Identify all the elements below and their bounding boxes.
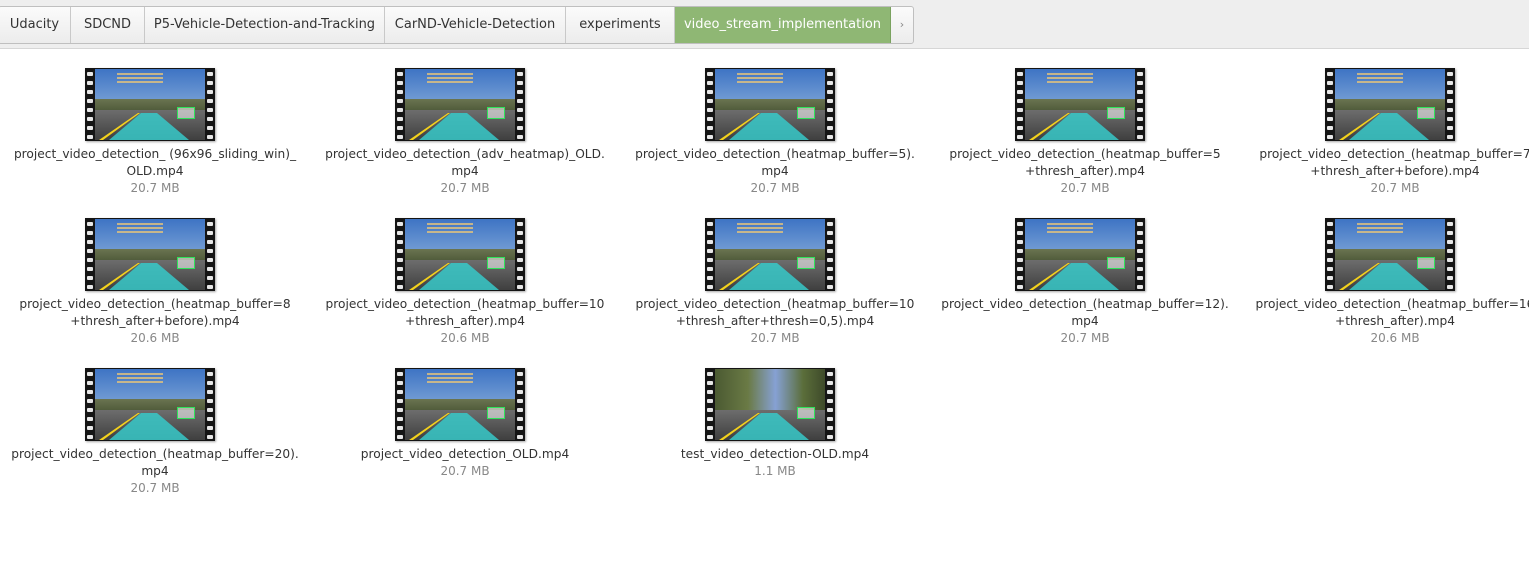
file-name: project_video_detection_OLD.mp4 bbox=[360, 447, 570, 461]
file-name: project_video_detection_(heatmap_buffer=… bbox=[1255, 297, 1529, 311]
file-label: project_video_detection_(heatmap_buffer=… bbox=[620, 296, 930, 347]
file-name: project_video_detection_ (96x96_sliding_… bbox=[13, 147, 297, 161]
breadcrumb-item-experiments[interactable]: experiments bbox=[566, 7, 675, 43]
file-name-cont: +thresh_after+thresh=0,5).mp4 bbox=[675, 314, 875, 328]
breadcrumb: Udacity SDCND P5-Vehicle-Detection-and-T… bbox=[0, 6, 914, 44]
video-thumbnail-icon bbox=[395, 68, 525, 141]
video-thumbnail-icon bbox=[85, 68, 215, 141]
file-label: project_video_detection_ (96x96_sliding_… bbox=[0, 146, 310, 197]
file-name: project_video_detection_(heatmap_buffer=… bbox=[19, 297, 291, 311]
file-name: project_video_detection_(heatmap_buffer=… bbox=[11, 447, 299, 461]
location-bar: Udacity SDCND P5-Vehicle-Detection-and-T… bbox=[0, 0, 1529, 49]
file-size: 20.6 MB bbox=[130, 331, 180, 345]
file-name: project_video_detection_(heatmap_buffer=… bbox=[941, 297, 1229, 311]
file-name: project_video_detection_(heatmap_buffer=… bbox=[949, 147, 1221, 161]
file-name: project_video_detection_(heatmap_buffer=… bbox=[635, 297, 915, 311]
file-name: project_video_detection_(heatmap_buffer=… bbox=[1259, 147, 1529, 161]
video-thumbnail-icon bbox=[705, 218, 835, 291]
breadcrumb-more-button[interactable]: › bbox=[891, 7, 913, 43]
file-name-cont: mp4 bbox=[451, 164, 479, 178]
file-size: 20.6 MB bbox=[440, 331, 490, 345]
file-label: project_video_detection_(heatmap_buffer=… bbox=[620, 146, 930, 197]
video-thumbnail-icon bbox=[395, 368, 525, 441]
video-thumbnail-icon bbox=[1015, 218, 1145, 291]
file-name: project_video_detection_(heatmap_buffer=… bbox=[325, 297, 605, 311]
breadcrumb-item-p5[interactable]: P5-Vehicle-Detection-and-Tracking bbox=[145, 7, 385, 43]
file-label: project_video_detection_(heatmap_buffer=… bbox=[1240, 146, 1529, 197]
file-label: project_video_detection_(heatmap_buffer=… bbox=[0, 446, 310, 497]
file-label: test_video_detection-OLD.mp4 1.1 MB bbox=[620, 446, 930, 480]
file-label: project_video_detection_(heatmap_buffer=… bbox=[0, 296, 310, 347]
file-name: test_video_detection-OLD.mp4 bbox=[680, 447, 870, 461]
video-thumbnail-icon bbox=[395, 218, 525, 291]
video-thumbnail-icon bbox=[1325, 68, 1455, 141]
file-name-cont: +thresh_after+before).mp4 bbox=[1310, 164, 1480, 178]
file-size: 20.6 MB bbox=[1370, 331, 1420, 345]
breadcrumb-item-sdcnd[interactable]: SDCND bbox=[71, 7, 145, 43]
file-label: project_video_detection_(heatmap_buffer=… bbox=[930, 296, 1240, 347]
breadcrumb-item-current[interactable]: video_stream_implementation bbox=[675, 7, 891, 43]
video-thumbnail-icon bbox=[85, 368, 215, 441]
file-size: 20.7 MB bbox=[750, 331, 800, 345]
file-size: 20.7 MB bbox=[1060, 181, 1110, 195]
file-size: 20.7 MB bbox=[750, 181, 800, 195]
file-name-cont: +thresh_after).mp4 bbox=[1025, 164, 1145, 178]
video-thumbnail-icon bbox=[705, 368, 835, 441]
file-name-cont: mp4 bbox=[141, 464, 169, 478]
file-size: 20.7 MB bbox=[130, 481, 180, 495]
file-label: project_video_detection_(adv_heatmap)_OL… bbox=[310, 146, 620, 197]
video-thumbnail-icon bbox=[705, 68, 835, 141]
breadcrumb-item-carnd[interactable]: CarND-Vehicle-Detection bbox=[385, 7, 566, 43]
file-size: 20.7 MB bbox=[1370, 181, 1420, 195]
file-size: 1.1 MB bbox=[754, 464, 796, 478]
file-size: 20.7 MB bbox=[130, 181, 180, 195]
file-label: project_video_detection_(heatmap_buffer=… bbox=[310, 296, 620, 347]
file-name-cont: +thresh_after+before).mp4 bbox=[70, 314, 240, 328]
file-size: 20.7 MB bbox=[440, 464, 490, 478]
file-label: project_video_detection_(heatmap_buffer=… bbox=[930, 146, 1240, 197]
file-size: 20.7 MB bbox=[440, 181, 490, 195]
video-thumbnail-icon bbox=[85, 218, 215, 291]
file-name-cont: mp4 bbox=[761, 164, 789, 178]
file-label: project_video_detection_(heatmap_buffer=… bbox=[1240, 296, 1529, 347]
file-name: project_video_detection_(adv_heatmap)_OL… bbox=[325, 147, 605, 161]
video-thumbnail-icon bbox=[1015, 68, 1145, 141]
file-name-cont: +thresh_after).mp4 bbox=[405, 314, 525, 328]
video-thumbnail-icon bbox=[1325, 218, 1455, 291]
file-name-cont: OLD.mp4 bbox=[126, 164, 184, 178]
file-label: project_video_detection_OLD.mp4 20.7 MB bbox=[310, 446, 620, 480]
file-name-cont: mp4 bbox=[1071, 314, 1099, 328]
breadcrumb-item-udacity[interactable]: Udacity bbox=[0, 7, 71, 43]
file-name: project_video_detection_(heatmap_buffer=… bbox=[635, 147, 915, 161]
file-size: 20.7 MB bbox=[1060, 331, 1110, 345]
file-name-cont: +thresh_after).mp4 bbox=[1335, 314, 1455, 328]
